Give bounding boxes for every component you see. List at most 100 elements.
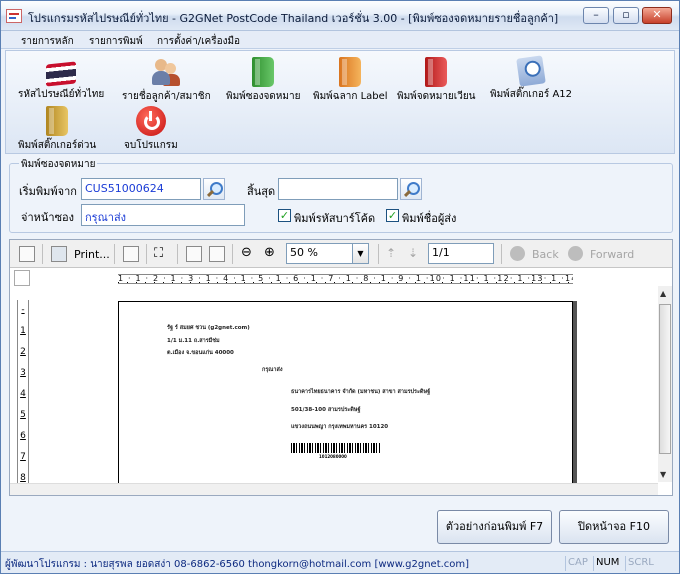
gold-folder-icon: [46, 106, 69, 136]
zoom-value: 50 %: [290, 246, 318, 259]
document-map-icon[interactable]: [19, 246, 35, 262]
status-bar: ผู้พัฒนาโปรแกรม : นายสุรพล ยอดสง่า 08-68…: [1, 551, 679, 573]
forward-button[interactable]: Forward: [590, 248, 634, 261]
horizontal-ruler-labels: 1 · 1 · 2 · 1 · 3 · 1 · 4 · 1 · 5 · 1 · …: [118, 274, 573, 283]
start-input[interactable]: CUS51000624: [81, 178, 201, 200]
window-title: โปรแกรมรหัสไปรษณีย์ทั่วไทย - G2GNet Post…: [28, 12, 559, 25]
address-label: จ่าหน้าซอง: [21, 211, 75, 224]
sender-line-1: รัฐ ร์ สมยศ ชวน (g2gnet.com): [167, 325, 250, 331]
print-preview-button[interactable]: ตัวอย่างก่อนพิมพ์ F7: [437, 510, 552, 544]
toolbar-label-button[interactable]: พิมพ์ฉลาก Label: [313, 57, 388, 104]
toolbar-separator: [146, 244, 147, 264]
barcode-checkbox-label: พิมพ์รหัสบาร์โค้ด: [294, 212, 376, 225]
ruler-mark: 5: [20, 410, 26, 420]
recipient-line-2: 501/38-100 สามรประดิษฐ์: [291, 407, 361, 413]
users-icon: [152, 57, 181, 87]
power-icon: [135, 106, 166, 136]
zoom-in-icon[interactable]: ⊕: [264, 245, 275, 260]
ruler-mark: 7: [20, 452, 26, 462]
menu-settings[interactable]: การตั้งค่า/เครื่องมือ: [157, 34, 240, 49]
menu-main[interactable]: รายการหลัก: [21, 34, 74, 49]
toolbar-envelope-label: พิมพ์ซองจดหมาย: [226, 91, 301, 102]
minimize-button[interactable]: –: [583, 7, 609, 24]
sender-line-3: ต.เมือง จ.ขอนแก่น 40000: [167, 350, 234, 356]
zoom-out-icon[interactable]: ⊖: [241, 245, 252, 260]
toolbar-separator: [42, 244, 43, 264]
toolbar-separator: [501, 244, 502, 264]
toolbar-separator: [232, 244, 233, 264]
toolbar-separator: [114, 244, 115, 264]
sender-line-2: 1/1 ม.11 ถ.สารมีช่ม: [167, 338, 220, 344]
toolbar-mailmerge-label: พิมพ์จดหมายเวียน: [397, 91, 476, 102]
address-input[interactable]: กรุณาส่ง: [81, 204, 245, 226]
barcode-checkbox[interactable]: ✓: [278, 209, 291, 222]
orange-folder-icon: [339, 57, 362, 87]
toolbar-separator: [378, 244, 379, 264]
start-search-icon[interactable]: [203, 178, 225, 200]
sticker-icon: [516, 55, 546, 87]
preview-toolbar: Print... ⛶ ⊖ ⊕ 50 % ▼ ⇡ ⇣ 1/1 Back Forwa…: [10, 240, 672, 268]
recipient-line-1: ธนาคารไทยธนาคาร จำกัด (มหาชน) สาขา สามรป…: [291, 389, 431, 395]
toolbar-exit-label: จบโปรแกรม: [124, 140, 178, 151]
maximize-button[interactable]: ▫: [613, 7, 639, 24]
app-window: โปรแกรมรหัสไปรษณีย์ทั่วไทย - G2GNet Post…: [0, 0, 680, 574]
toolbar-exit-button[interactable]: จบโปรแกรม: [124, 106, 178, 153]
scroll-down-icon[interactable]: ▼: [660, 470, 666, 479]
sender-checkbox[interactable]: ✓: [386, 209, 399, 222]
find-icon[interactable]: ⛶: [154, 246, 163, 261]
toolbar-sticker-a12-label: พิมพ์สติ๊กเกอร์ A12: [490, 89, 573, 100]
main-toolbar: รหัสไปรษณีย์ทั่วไทย รายชื่อลูกค้า/สมาชิก…: [5, 50, 675, 154]
scroll-up-icon[interactable]: ▲: [660, 289, 666, 298]
toolbar-separator: [177, 244, 178, 264]
next-page-icon[interactable]: ⇣: [408, 246, 418, 260]
red-folder-icon: [425, 57, 448, 87]
num-lock-indicator: NUM: [593, 556, 621, 571]
thai-flag-icon: [46, 61, 77, 87]
horizontal-scrollbar[interactable]: [10, 483, 658, 495]
ruler-mark: -: [21, 305, 25, 315]
postal-barcode: [291, 443, 381, 453]
first-page-icon[interactable]: ⇡: [386, 246, 396, 260]
printer-icon[interactable]: [51, 246, 67, 262]
toolbar-express-sticker-button[interactable]: พิมพ์สติ๊กเกอร์ด่วน: [18, 106, 96, 153]
caps-lock-indicator: CAP: [565, 556, 590, 571]
ruler-mark: 3: [20, 368, 26, 378]
envelope-page: รัฐ ร์ สมยศ ชวน (g2gnet.com) 1/1 ม.11 ถ.…: [118, 301, 573, 487]
toolbar-sticker-a12-button[interactable]: พิมพ์สติ๊กเกอร์ A12: [490, 55, 573, 102]
toolbar-postcode-label: รหัสไปรษณีย์ทั่วไทย: [18, 89, 105, 100]
page-input[interactable]: 1/1: [428, 243, 494, 264]
sender-checkbox-label: พิมพ์ชื่อผู้ส่ง: [402, 212, 457, 225]
menu-print[interactable]: รายการพิมพ์: [89, 34, 143, 49]
close-screen-button[interactable]: ปิดหน้าจอ F10: [559, 510, 669, 544]
scroll-thumb[interactable]: [659, 304, 671, 454]
barcode-number: 1012080000: [319, 454, 347, 459]
end-search-icon[interactable]: [400, 178, 422, 200]
back-button[interactable]: Back: [532, 248, 559, 261]
ruler-corner: [14, 270, 30, 286]
multi-page-icon[interactable]: [209, 246, 225, 262]
app-icon: [6, 9, 22, 23]
single-page-icon[interactable]: [186, 246, 202, 262]
ruler-mark: 4: [20, 389, 26, 399]
end-input[interactable]: [278, 178, 398, 200]
forward-icon[interactable]: [568, 246, 583, 261]
toolbar-express-sticker-label: พิมพ์สติ๊กเกอร์ด่วน: [18, 140, 97, 151]
green-folder-icon: [252, 57, 275, 87]
print-button[interactable]: Print...: [74, 248, 110, 261]
attention-text: กรุณาส่ง: [262, 367, 283, 373]
vertical-scrollbar[interactable]: ▲ ▼: [658, 286, 672, 482]
toolbar-mailmerge-button[interactable]: พิมพ์จดหมายเวียน: [397, 57, 476, 104]
back-icon[interactable]: [510, 246, 525, 261]
ruler-mark: 2: [20, 347, 26, 357]
toolbar-envelope-button[interactable]: พิมพ์ซองจดหมาย: [226, 57, 300, 104]
copy-icon[interactable]: [123, 246, 139, 262]
ruler-mark: 6: [20, 431, 26, 441]
toolbar-postcode-button[interactable]: รหัสไปรษณีย์ทั่วไทย: [18, 57, 104, 102]
ruler-mark: 1: [20, 326, 26, 336]
toolbar-customers-button[interactable]: รายชื่อลูกค้า/สมาชิก: [122, 57, 211, 104]
title-bar[interactable]: โปรแกรมรหัสไปรษณีย์ทั่วไทย - G2GNet Post…: [1, 1, 679, 31]
scroll-lock-indicator: SCRL: [625, 556, 656, 571]
chevron-down-icon[interactable]: ▼: [352, 244, 368, 263]
close-button[interactable]: ✕: [642, 7, 672, 24]
toolbar-customers-label: รายชื่อลูกค้า/สมาชิก: [122, 91, 211, 102]
